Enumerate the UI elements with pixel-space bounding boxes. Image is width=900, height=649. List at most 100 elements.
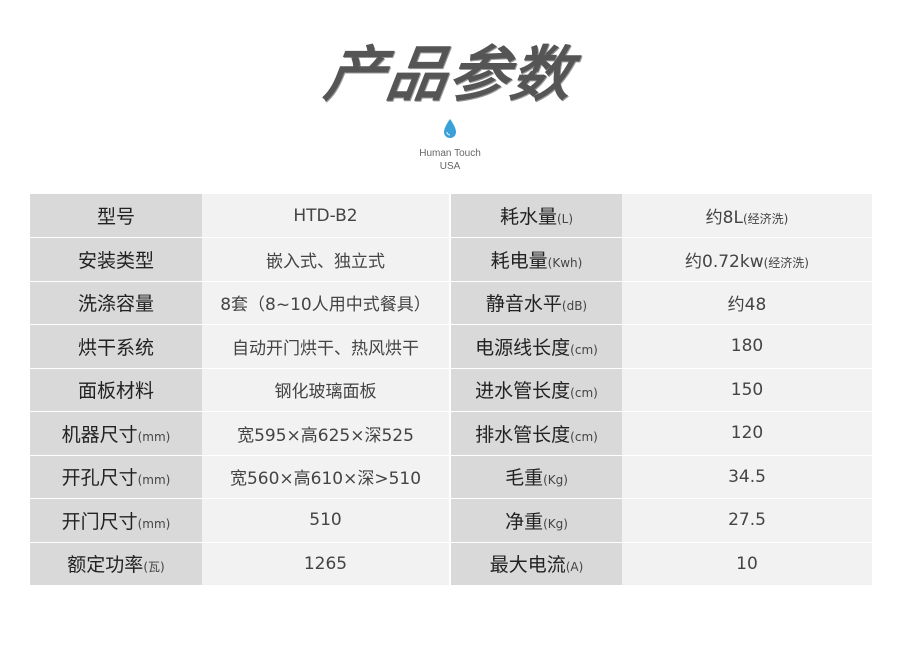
spec-label-unit: (Kg) (543, 516, 568, 531)
spec-value: 约0.72kw (685, 251, 764, 272)
brand-line2: USA (439, 161, 461, 172)
spec-table: 型号 HTD-B2 耗水量(L) 约8L(经济洗) 安装类型 嵌入式、独立式 耗电量(Kwh… (30, 194, 872, 586)
spec-value-cell: 1265 (202, 542, 450, 586)
spec-label-unit: (mm) (137, 516, 171, 531)
spec-value: 10 (736, 553, 758, 574)
spec-label-unit: (Kg) (543, 473, 568, 488)
spec-value: 150 (730, 379, 764, 400)
spec-label-cell: 额定功率(瓦) (30, 542, 202, 586)
page-title: 产品参数 (320, 40, 579, 110)
spec-value-cell: 8套（8~10人用中式餐具） (202, 281, 450, 325)
spec-value: 约48 (727, 295, 767, 316)
spec-label: 烘干系统 (77, 336, 154, 359)
spec-label-unit: (mm) (137, 473, 171, 488)
spec-label-unit: (L) (556, 212, 574, 226)
spec-row: 机器尺寸(mm) 宽595×高625×深525 排水管长度(cm) 120 (30, 411, 872, 456)
spec-label: 最大电流 (489, 554, 566, 577)
spec-value-cell: 150 (622, 368, 872, 412)
spec-label-cell: 最大电流(A) (449, 542, 622, 586)
spec-value-cell: 120 (622, 411, 872, 456)
spec-label: 电源线长度 (475, 336, 571, 359)
spec-label-unit: (Kwh) (547, 255, 583, 270)
spec-value-cell: 宽560×高610×深>510 (202, 455, 450, 499)
spec-label-cell: 毛重(Kg) (449, 455, 622, 499)
spec-value-cell: HTD-B2 (202, 194, 450, 238)
spec-value: 钢化玻璃面板 (274, 382, 377, 403)
brand-text: Human Touch USA (0, 147, 900, 173)
spec-label: 毛重 (505, 467, 544, 490)
spec-label-cell: 耗水量(L) (449, 194, 622, 238)
spec-value-unit: (经济洗) (742, 212, 789, 226)
spec-row: 安装类型 嵌入式、独立式 耗电量(Kwh) 约0.72kw(经济洗) (30, 237, 872, 282)
spec-label-cell: 开门尺寸(mm) (30, 498, 202, 543)
spec-label-unit: (cm) (570, 429, 598, 444)
spec-value-cell: 约48 (622, 281, 872, 325)
spec-label: 面板材料 (77, 380, 154, 403)
spec-label-cell: 面板材料 (30, 368, 202, 412)
spec-value-cell: 10 (622, 542, 872, 586)
spec-row: 型号 HTD-B2 耗水量(L) 约8L(经济洗) (30, 194, 872, 238)
spec-label-cell: 烘干系统 (30, 324, 202, 369)
spec-value-cell: 宽595×高625×深525 (202, 411, 450, 456)
spec-label-cell: 净重(Kg) (449, 498, 622, 543)
spec-value-cell: 27.5 (622, 498, 872, 543)
spec-label: 开孔尺寸 (61, 467, 138, 490)
spec-label-cell: 排水管长度(cm) (449, 411, 622, 456)
spec-row: 开门尺寸(mm) 510 净重(Kg) 27.5 (30, 498, 872, 543)
spec-label-cell: 安装类型 (30, 237, 202, 282)
spec-label-unit: (cm) (570, 342, 598, 357)
spec-value-cell: 约8L(经济洗) (622, 194, 872, 238)
spec-value: 34.5 (728, 466, 766, 487)
spec-label-unit: (dB) (561, 299, 588, 314)
spec-label-cell: 型号 (30, 194, 202, 238)
spec-value: 120 (730, 423, 764, 444)
spec-label-cell: 机器尺寸(mm) (30, 411, 202, 456)
spec-row: 开孔尺寸(mm) 宽560×高610×深>510 毛重(Kg) 34.5 (30, 455, 872, 499)
spec-label-cell: 洗涤容量 (30, 281, 202, 325)
spec-label-cell: 进水管长度(cm) (449, 368, 622, 412)
spec-label-cell: 电源线长度(cm) (449, 324, 622, 369)
spec-value: 约8L (705, 208, 743, 228)
spec-row: 面板材料 钢化玻璃面板 进水管长度(cm) 150 (30, 368, 872, 412)
spec-value-cell: 钢化玻璃面板 (202, 368, 450, 412)
spec-value: 自动开门烘干、热风烘干 (232, 338, 419, 359)
spec-label: 耗电量 (490, 249, 548, 272)
brand-logo: Human Touch USA (0, 118, 900, 173)
spec-value-cell: 自动开门烘干、热风烘干 (202, 324, 450, 369)
spec-row: 额定功率(瓦) 1265 最大电流(A) 10 (30, 542, 872, 586)
spec-value: 1265 (303, 553, 348, 574)
spec-value: 嵌入式、独立式 (266, 251, 385, 272)
spec-row: 洗涤容量 8套（8~10人用中式餐具） 静音水平(dB) 约48 (30, 281, 872, 325)
spec-value: 27.5 (728, 510, 766, 531)
spec-value-cell: 嵌入式、独立式 (202, 237, 450, 282)
spec-label-unit: (mm) (137, 429, 171, 444)
spec-label: 安装类型 (77, 249, 154, 272)
spec-value-unit: (经济洗) (763, 255, 809, 270)
spec-label-unit: (cm) (570, 386, 598, 401)
spec-label: 洗涤容量 (77, 293, 154, 316)
spec-label: 机器尺寸 (61, 423, 138, 446)
brand-line1: Human Touch (419, 148, 481, 159)
spec-value-cell: 34.5 (622, 455, 872, 499)
spec-value: 510 (309, 510, 342, 531)
spec-label: 排水管长度 (475, 423, 571, 446)
spec-label-unit: (瓦) (143, 560, 165, 575)
spec-row: 烘干系统 自动开门烘干、热风烘干 电源线长度(cm) 180 (30, 324, 872, 369)
spec-value-cell: 约0.72kw(经济洗) (622, 237, 872, 282)
spec-label-cell: 静音水平(dB) (449, 281, 622, 325)
spec-value: 宽595×高625×深525 (237, 425, 414, 446)
spec-value: HTD-B2 (293, 205, 358, 226)
spec-label-cell: 耗电量(Kwh) (449, 237, 622, 282)
spec-value: 180 (730, 336, 764, 357)
spec-label: 进水管长度 (475, 380, 571, 403)
spec-label: 开门尺寸 (61, 510, 138, 533)
spec-label: 型号 (96, 206, 135, 228)
spec-label: 额定功率 (67, 554, 144, 577)
spec-value-cell: 510 (202, 498, 450, 543)
spec-value: 8套（8~10人用中式餐具） (220, 295, 431, 316)
water-drop-icon (444, 119, 456, 138)
spec-value-cell: 180 (622, 324, 872, 369)
spec-value: 宽560×高610×深>510 (229, 469, 422, 490)
spec-table-body: 型号 HTD-B2 耗水量(L) 约8L(经济洗) 安装类型 嵌入式、独立式 耗电量(Kwh… (30, 194, 872, 586)
spec-label: 净重 (505, 510, 544, 533)
